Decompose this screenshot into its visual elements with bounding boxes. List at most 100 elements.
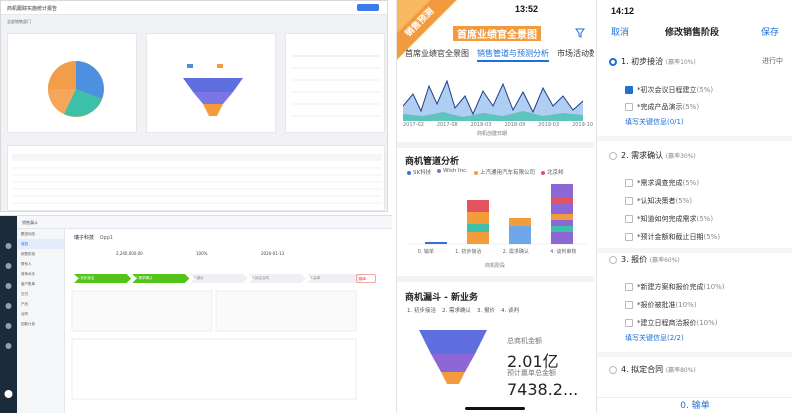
subnav-item[interactable]: 销售阶段: [17, 249, 64, 259]
opp-code: Opp1: [99, 235, 114, 241]
funnel-step: 1. 初步接洽: [407, 308, 436, 314]
tab-overview[interactable]: 首席业绩官全景图: [405, 48, 469, 62]
trend-axis-label: 商机创建日期: [477, 131, 508, 137]
task-item[interactable]: *预计金额和截止日期(5%): [625, 232, 785, 244]
radio[interactable]: [609, 151, 617, 160]
radio[interactable]: [609, 365, 617, 374]
crm-topbar: 销售漏斗: [0, 216, 392, 229]
stage-row-3[interactable]: 3. 报价 (赢率60%): [609, 254, 787, 268]
opp-company: 瑞子科技: [74, 235, 95, 241]
task-item[interactable]: *知道如何完成需求(5%): [625, 214, 785, 226]
stage-row-2[interactable]: 2. 需求确认 (赢率30%): [609, 150, 787, 164]
checkbox[interactable]: [625, 283, 633, 291]
filter-icon[interactable]: [575, 28, 585, 38]
legend-item: 上汽通用汽车有限公司: [473, 168, 535, 176]
stage-ratio: (赢率10%): [665, 59, 696, 66]
pipeline-title: 商机管道分析: [405, 157, 460, 167]
funnel-step: 3. 报价: [477, 308, 495, 314]
checkbox[interactable]: [625, 179, 633, 187]
section-separator: [597, 352, 792, 357]
checkbox[interactable]: [625, 103, 633, 111]
opp-date: 2020-01-13: [261, 251, 285, 256]
stage-step[interactable]: 1.初步接洽: [74, 274, 132, 283]
lose-tag[interactable]: 输单: [356, 274, 376, 283]
stage-step[interactable]: 3.报价: [190, 274, 248, 283]
subnav-item[interactable]: 回款计划: [17, 319, 64, 329]
status-time: 14:12: [611, 6, 635, 16]
crm-subnav: 跟进动态 商机 销售阶段 联系人 竞争对手 客户账单 交付 产品 合同 回款计划: [17, 229, 65, 413]
save-button[interactable]: 保存: [761, 25, 779, 38]
task-item[interactable]: *认知决策者(5%): [625, 196, 785, 208]
funnel-chart-card: [146, 33, 276, 133]
funnel-step: 4. 谈判: [501, 308, 519, 314]
funnel-title: 商机漏斗 - 新业务: [405, 293, 479, 303]
key-info-link[interactable]: 填写关键信息(0/1): [625, 117, 684, 127]
radio[interactable]: [609, 255, 617, 264]
section-divider: [397, 142, 594, 148]
subnav-item[interactable]: 产品: [17, 299, 64, 309]
task-item[interactable]: *报价被批准(10%): [625, 300, 785, 312]
phone-stage-editor: 14:12 取消 修改销售阶段 保存 1. 初步接洽 (赢率10%) 进行中 *…: [596, 0, 792, 413]
summary-table-lines: [292, 55, 380, 117]
key-info-link[interactable]: 填写关键信息(2/2): [625, 333, 684, 343]
funnel-chart: [183, 64, 243, 116]
stage-bar: 1.初步接洽 2.需求确认 3.报价 4.拟定合同 5.赢单: [74, 274, 365, 283]
subnav-item[interactable]: 跟进动态: [17, 229, 64, 239]
checkbox-checked[interactable]: [625, 86, 633, 94]
funnel-legend: 1. 初步接洽 2. 需求确认 3. 报价 4. 谈判: [407, 306, 519, 314]
x-tick: 2018-09: [504, 122, 526, 128]
phone-analytics: 销售预测 13:52 首席业绩官全景图 首席业绩官全景图 销售管道与预测分析 市…: [396, 0, 594, 413]
sidebar-icons[interactable]: [0, 216, 17, 413]
dashboard-title: 商机跟踪实施统计报告: [1, 1, 387, 15]
subnav-item[interactable]: 联系人: [17, 259, 64, 269]
forecast-label: 预计赢单总金额: [507, 369, 556, 377]
stage-label: 1. 初步接洽: [621, 57, 664, 66]
section-separator: [597, 248, 792, 253]
checkbox[interactable]: [625, 301, 633, 309]
dashboard-tab[interactable]: 全部销售部门: [7, 19, 31, 25]
crm-window: 销售漏斗 跟进动态 商机 销售阶段 联系人 竞争对手 客户账单 交付 产品 合同…: [0, 215, 392, 413]
pie-chart: [48, 61, 104, 117]
section-separator: [597, 136, 792, 141]
x-tick: 2017-02: [403, 122, 424, 128]
subnav-item[interactable]: 合同: [17, 309, 64, 319]
task-item[interactable]: *初次会议日程建立(5%): [625, 85, 785, 97]
stage-row-1[interactable]: 1. 初步接洽 (赢率10%) 进行中: [609, 56, 787, 70]
pipeline-stage-tick: 1. 初步接洽: [455, 249, 482, 255]
x-tick: 2019-03: [538, 122, 560, 128]
pipeline-axis-label: 商机阶段: [485, 263, 506, 269]
checkbox[interactable]: [625, 319, 633, 327]
analytics-title: 首席业绩官全景图: [453, 26, 541, 41]
task-item[interactable]: *完成产品演示(5%): [625, 102, 785, 114]
status-time: 13:52: [515, 4, 539, 14]
radio-selected[interactable]: [609, 57, 617, 66]
task-item[interactable]: *新建方案和报价完成(10%): [625, 282, 785, 294]
dashboard-action-button[interactable]: [357, 4, 379, 11]
opp-amount: 2,240,000.00: [116, 251, 143, 256]
subnav-item[interactable]: 交付: [17, 289, 64, 299]
checkbox[interactable]: [625, 197, 633, 205]
tab-pipeline[interactable]: 销售管道与预测分析: [477, 48, 549, 62]
checkbox[interactable]: [625, 233, 633, 241]
x-tick: 2017-08: [436, 122, 458, 128]
pie-chart-card: [7, 33, 137, 133]
checkbox[interactable]: [625, 215, 633, 223]
stage-ratio: (赢率30%): [665, 153, 696, 160]
detail-table-card: [7, 145, 385, 211]
stage-step[interactable]: 2.需求确认: [132, 274, 190, 283]
tab-campaign[interactable]: 市场活动数: [557, 48, 594, 62]
cancel-button[interactable]: 取消: [611, 25, 629, 38]
stage-row-4[interactable]: 4. 拟定合同 (赢率80%): [609, 364, 787, 378]
funnel-shape: [419, 330, 487, 384]
task-item[interactable]: *建立日程商洽报价(10%): [625, 318, 785, 330]
legend-item: 北京邦: [540, 168, 563, 176]
crm-main: 瑞子科技 Opp1 2,240,000.00 100% 2020-01-13 1…: [66, 229, 392, 413]
subnav-item-active[interactable]: 商机: [17, 239, 64, 249]
subnav-item[interactable]: 客户账单: [17, 279, 64, 289]
stage-step[interactable]: 4.拟定合同: [248, 274, 306, 283]
stage-label: 4. 拟定合同: [621, 365, 664, 374]
subnav-item[interactable]: 竞争对手: [17, 269, 64, 279]
task-item[interactable]: *需求调查完成(5%): [625, 178, 785, 190]
lose-option[interactable]: 0. 输单: [597, 397, 792, 413]
stage-label: 3. 报价: [621, 255, 648, 264]
